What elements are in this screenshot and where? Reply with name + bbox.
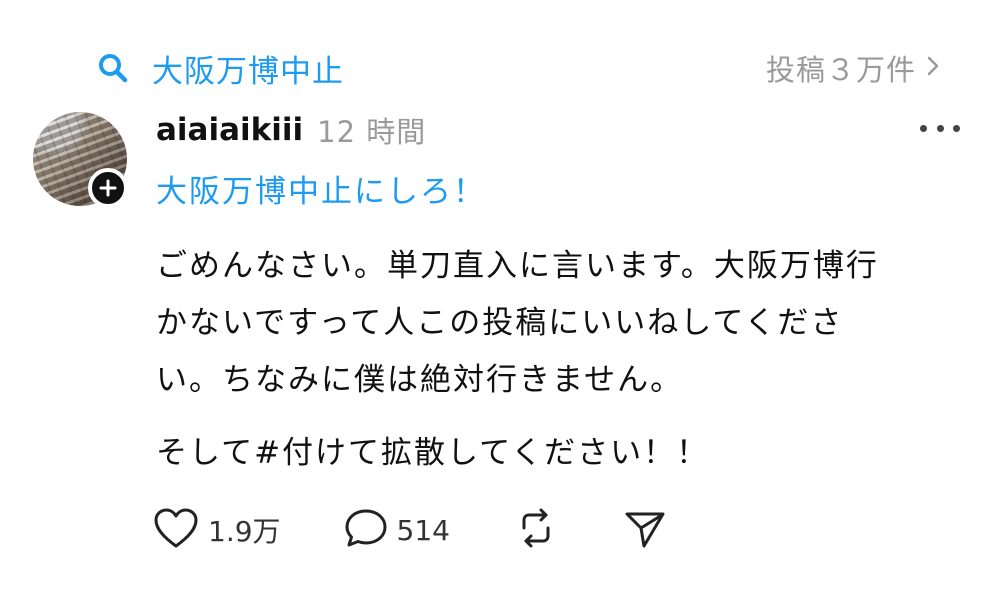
chevron-right-icon [926,51,940,85]
follow-button[interactable] [88,168,128,208]
more-dot [936,124,944,132]
like-count: 1.9万 [208,515,281,548]
post-body-line: そして#付けて拡散してください！！ [156,435,710,471]
search-icon[interactable] [96,51,130,85]
post-body-line: ごめんなさい。単刀直入に言います。大阪万博行 [156,248,879,284]
reply-count: 514 [396,513,450,547]
send-icon [622,506,668,554]
topic-post-count[interactable]: 投稿３万件 [766,47,940,89]
topic-bar: 大阪万博中止 投稿３万件 [96,40,940,96]
like-button[interactable]: 1.9万 [152,506,281,554]
heart-icon [152,506,200,554]
post-body-line: かないですって人この投稿にいいねしてくださ [156,305,844,341]
more-dot [920,124,927,132]
topic-title[interactable]: 大阪万博中止 [152,46,344,91]
post-actions: 1.9万 514 [152,505,668,555]
username[interactable]: aiaiaikiii [156,112,303,148]
repost-button[interactable] [514,506,558,554]
post-body: ごめんなさい。単刀直入に言います。大阪万博行 かないですって人この投稿にいいねし… [156,238,956,482]
topic-post-count-label: 投稿３万件 [765,53,916,87]
repost-icon [514,506,558,554]
post-timestamp: 12 時間 [317,115,427,149]
reply-button[interactable]: 514 [343,506,450,554]
share-button[interactable] [622,506,668,554]
post-topic-link[interactable]: 大阪万博中止にしろ！ [156,166,486,211]
plus-icon [99,179,117,197]
comment-icon [343,506,389,554]
post-body-line: い。ちなみに僕は絶対行きません。 [156,362,684,398]
more-options-icon[interactable] [920,116,960,140]
post-header: aiaiaikiii 12 時間 [156,108,426,152]
more-dot [953,124,960,132]
avatar-container [33,112,128,208]
